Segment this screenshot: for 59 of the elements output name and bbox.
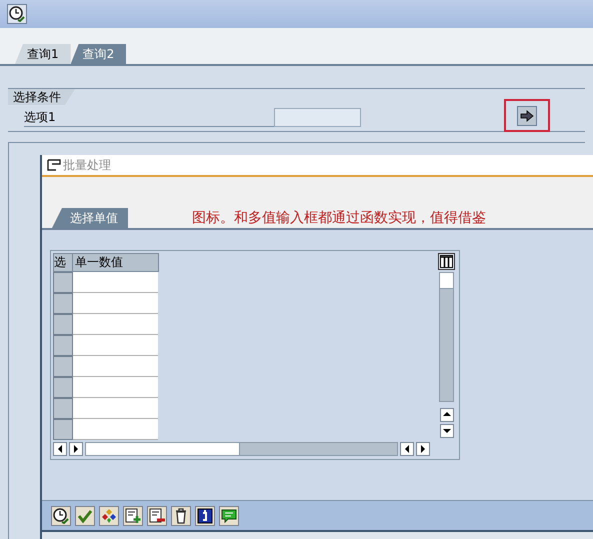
input-field[interactable] <box>274 108 361 127</box>
scroll-right-button[interactable] <box>69 442 83 456</box>
arrow-button[interactable] <box>517 106 537 126</box>
table-cell[interactable] <box>73 293 158 314</box>
speech-bubble-icon <box>221 508 237 524</box>
row-selector[interactable] <box>53 356 73 377</box>
scroll-left-button[interactable] <box>53 442 67 456</box>
right-arrow-icon <box>520 110 534 122</box>
scroll-down-button[interactable] <box>440 424 454 438</box>
table-cell[interactable] <box>73 335 158 356</box>
add-row-icon <box>125 508 141 524</box>
left-arrow-icon <box>403 443 411 455</box>
right-arrow-icon <box>72 443 80 455</box>
toolbar-button[interactable] <box>219 506 239 526</box>
toolbar-button[interactable] <box>147 506 167 526</box>
row-selector[interactable] <box>53 272 73 293</box>
table-cell[interactable] <box>73 314 158 335</box>
toolbar-button[interactable] <box>123 506 143 526</box>
diamonds-icon <box>101 508 117 524</box>
window-icon <box>47 159 61 171</box>
table-cell[interactable] <box>73 419 158 440</box>
column-header: 选 <box>54 254 73 271</box>
table-cell[interactable] <box>73 377 158 398</box>
trash-icon <box>173 508 189 524</box>
columns-icon <box>440 255 453 268</box>
tab[interactable]: 查询2 <box>70 44 126 64</box>
scroll-left-button[interactable] <box>400 442 414 456</box>
row-selector[interactable] <box>53 398 73 419</box>
clock-icon <box>9 6 25 22</box>
info-icon <box>197 508 213 524</box>
row-selector[interactable] <box>53 377 73 398</box>
toolbar-button[interactable] <box>171 506 191 526</box>
left-arrow-icon <box>56 443 64 455</box>
clock-check-icon <box>53 508 69 524</box>
field-label: 选项1 <box>24 108 274 127</box>
vertical-scrollbar[interactable] <box>439 272 454 402</box>
row-selector[interactable] <box>53 293 73 314</box>
table-cell[interactable] <box>73 356 158 377</box>
table-cell[interactable] <box>73 272 158 293</box>
remove-row-icon <box>149 508 165 524</box>
column-header: 单一数值 <box>74 254 124 271</box>
row-selector[interactable] <box>53 335 73 356</box>
toolbar-button[interactable] <box>51 506 71 526</box>
scroll-up-button[interactable] <box>440 408 454 422</box>
table-cell[interactable] <box>73 398 158 419</box>
horizontal-scrollbar[interactable] <box>85 442 398 456</box>
execute-button[interactable] <box>7 4 27 24</box>
toolbar-button[interactable] <box>195 506 215 526</box>
group-title: 选择条件 <box>8 89 75 105</box>
right-arrow-icon <box>419 443 427 455</box>
tab[interactable]: 查询1 <box>15 44 71 64</box>
annotation-text: 图标。和多值输入框都通过函数实现，值得借鉴 <box>192 209 486 228</box>
scroll-right-button[interactable] <box>416 442 430 456</box>
toolbar-button[interactable] <box>99 506 119 526</box>
checkmark-icon <box>77 508 93 524</box>
tab[interactable]: 选择单值 <box>52 208 128 228</box>
dialog-title: 批量处理 <box>63 157 111 174</box>
row-selector[interactable] <box>53 314 73 335</box>
column-settings-button[interactable] <box>438 253 455 270</box>
